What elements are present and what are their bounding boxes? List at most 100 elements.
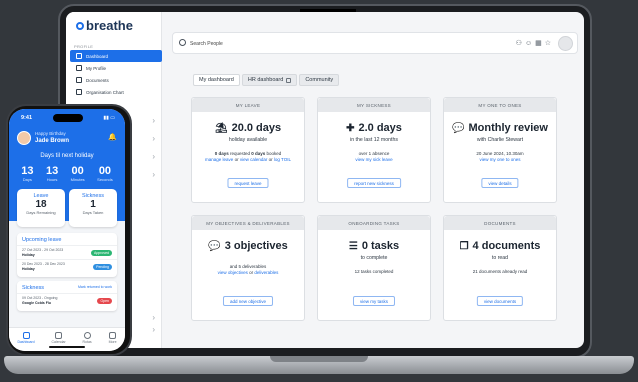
- dashboard-icon: [76, 53, 82, 59]
- countdown-unit: Days: [22, 177, 32, 182]
- avatar[interactable]: [558, 36, 573, 51]
- card-value: ✚ 2.0 days: [318, 122, 430, 134]
- request-leave-button[interactable]: request leave: [227, 178, 269, 188]
- user-name: Jade Brown: [35, 138, 70, 144]
- people-icon[interactable]: ⚇: [516, 40, 522, 48]
- sidebar-item-documents[interactable]: Documents: [70, 74, 162, 86]
- view-details-button[interactable]: view details: [481, 178, 519, 188]
- sidebar-item-organisation-chart[interactable]: Organisation Chart: [70, 86, 162, 98]
- phone-screen: 9:41 ▮▮ ▭ Happy Birthday Jade Brown 🔔 Da…: [9, 109, 125, 351]
- view-objectives-link[interactable]: view objectives: [218, 270, 248, 275]
- card-value: 💬 3 objectives: [192, 240, 304, 252]
- chevron-right-icon[interactable]: ›: [152, 130, 155, 148]
- view-documents-button[interactable]: view documents: [476, 296, 524, 306]
- dashboard-icon: [22, 332, 30, 339]
- tab-my-dashboard[interactable]: My dashboard: [193, 74, 240, 86]
- card-objectives: MY OBJECTIVES & DELIVERABLES 💬 3 objecti…: [191, 215, 305, 321]
- search-input[interactable]: [190, 38, 340, 49]
- chevron-right-icon[interactable]: ›: [152, 166, 155, 184]
- list-item[interactable]: 20 Dec 2023 - 28 Dec 2023 Holiday Pending: [17, 259, 117, 273]
- card-value: ☰ 0 tasks: [318, 240, 430, 252]
- calendar-icon[interactable]: ▦: [535, 40, 542, 48]
- sidebar-item-my-profile[interactable]: My Profile: [70, 62, 162, 74]
- leave-entry: 20 Dec 2023 - 28 Dec 2023 Holiday: [22, 262, 65, 271]
- sickness-entry: 09 Oct 2023 - Ongoing Google Colds Flu: [22, 296, 57, 305]
- leave-dates: 27 Oct 2023 - 29 Oct 2023: [22, 248, 64, 252]
- tasks-count: 0 tasks: [361, 240, 400, 252]
- star-icon[interactable]: ☆: [545, 40, 551, 48]
- tab-label: My dashboard: [199, 77, 234, 83]
- deliverables-link[interactable]: deliverables: [254, 270, 278, 275]
- list-item[interactable]: 27 Oct 2023 - 29 Oct 2023 Holiday Approve…: [17, 245, 117, 259]
- list-icon: ☰: [348, 240, 358, 252]
- status-badge: Approved: [91, 249, 112, 256]
- chevron-right-icon[interactable]: ›: [152, 324, 155, 336]
- signal-battery-icon: ▮▮ ▭: [103, 115, 115, 121]
- report-new-sickness-button[interactable]: report new sickness: [347, 178, 401, 188]
- card-value: 💬 Monthly review: [444, 122, 556, 134]
- detail-text: over 1 absence: [358, 151, 390, 156]
- view-calendar-link[interactable]: view calendar: [240, 157, 268, 162]
- card-details: 12 tasks completed: [318, 269, 430, 275]
- nav-item-calendar[interactable]: Calendar: [51, 332, 66, 351]
- card-details: 20 June 2024, 10.30am view my one to one…: [444, 151, 556, 163]
- card-subtitle: in the last 12 months: [350, 137, 398, 143]
- view-my-tasks-button[interactable]: view my tasks: [352, 296, 396, 306]
- bell-icon[interactable]: 🔔: [108, 133, 117, 141]
- avatar[interactable]: [17, 131, 31, 145]
- card-onboarding-tasks: ONBOARDING TASKS ☰ 0 tasks to complete 1…: [317, 215, 431, 321]
- nav-item-rotas[interactable]: Rotas: [83, 332, 92, 351]
- holiday-countdown-label: Days til next holiday: [40, 153, 94, 159]
- dynamic-island: [53, 114, 83, 122]
- panel-title: Upcoming leave: [22, 237, 62, 243]
- booked-days: 0 days: [251, 151, 266, 156]
- nav-label: Dashboard: [17, 340, 35, 344]
- chevron-right-icon[interactable]: ›: [152, 148, 155, 166]
- user-add-icon[interactable]: ☺: [525, 40, 532, 48]
- mark-returned-link[interactable]: Mark returned to work: [78, 285, 112, 289]
- list-item[interactable]: 09 Oct 2023 - Ongoing Google Colds Flu Op…: [17, 293, 117, 307]
- chevron-right-icon[interactable]: ›: [152, 312, 155, 324]
- stat-subtitle: Days Taken: [82, 210, 104, 215]
- card-subtitle: with Charlie Stewart: [476, 137, 524, 143]
- card-my-sickness: MY SICKNESS ✚ 2.0 days in the last 12 mo…: [317, 97, 431, 203]
- view-one-to-ones-link[interactable]: view my one to ones: [479, 157, 520, 162]
- sidebar-item-label: Organisation Chart: [86, 89, 124, 95]
- add-new-objective-button[interactable]: add new objective: [222, 296, 274, 306]
- user-icon: [76, 65, 82, 71]
- clock-icon: [83, 332, 91, 339]
- nav-label: Calendar: [51, 340, 66, 344]
- document-icon: [76, 77, 82, 83]
- home-indicator: [49, 346, 85, 348]
- speech-bubble-icon: 💬: [452, 122, 465, 134]
- sickness-summary-card[interactable]: Sickness 1 Days Taken: [69, 189, 117, 227]
- tab-community[interactable]: Community: [299, 74, 340, 86]
- manage-leave-link[interactable]: manage leave: [205, 157, 233, 162]
- log-toil-link[interactable]: log TOIL: [274, 157, 291, 162]
- nav-item-dashboard[interactable]: Dashboard: [17, 332, 35, 351]
- countdown-minutes: 00 Minutes: [71, 165, 85, 182]
- sidebar-item-dashboard[interactable]: Dashboard: [70, 50, 162, 62]
- tab-hr-dashboard[interactable]: HR dashboard: [241, 74, 298, 86]
- card-header: DOCUMENTS: [444, 216, 556, 230]
- detail-text: booked: [265, 151, 282, 156]
- chevron-right-icon[interactable]: ›: [152, 112, 155, 130]
- meeting-time: 20 June 2024, 10.30am: [476, 151, 524, 156]
- sickness-dates: 09 Oct 2023 - Ongoing: [22, 296, 58, 300]
- view-sick-leave-link[interactable]: view my sick leave: [355, 157, 392, 162]
- nav-item-more[interactable]: More: [109, 332, 117, 351]
- more-icon: [109, 332, 117, 339]
- card-details: and 5 deliverables view objectives or de…: [192, 264, 304, 276]
- countdown-seconds: 00 Seconds: [97, 165, 113, 182]
- card-subtitle: to read: [491, 255, 509, 261]
- dashboard-tabs: My dashboard HR dashboard Community: [193, 74, 340, 86]
- leave-summary-card[interactable]: Leave 18 Days Remaining: [17, 189, 65, 227]
- org-chart-icon: [76, 89, 82, 95]
- sidebar-chevrons: › › › ›: [152, 112, 155, 184]
- laptop-base-groove: [270, 356, 368, 362]
- stat-value: 18: [35, 199, 47, 210]
- leave-type: Holiday: [22, 252, 35, 257]
- speech-bubble-icon: 💬: [208, 240, 221, 252]
- brand-logo[interactable]: breathe: [76, 18, 133, 33]
- breathe-logo-icon: [76, 21, 84, 30]
